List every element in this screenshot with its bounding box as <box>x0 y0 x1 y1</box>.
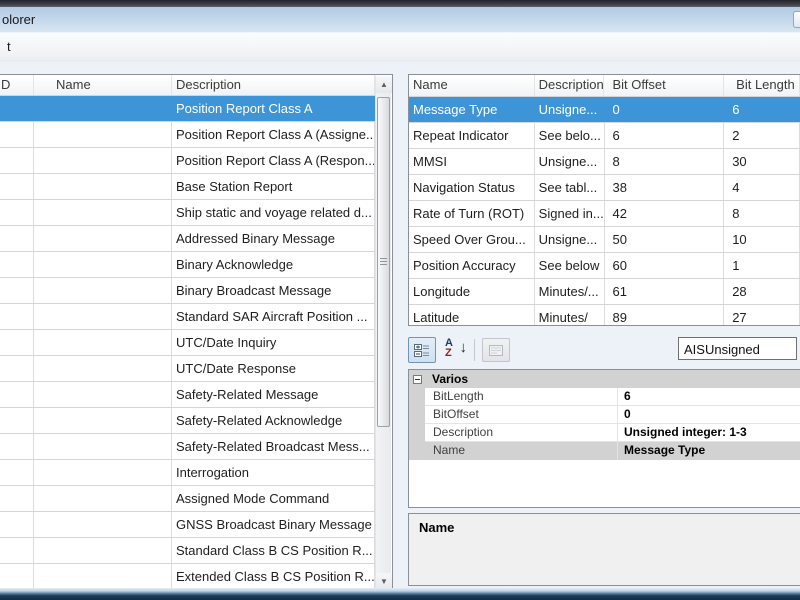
table-row[interactable]: Position Accuracy See below 60 1 <box>409 253 800 279</box>
collapse-icon[interactable] <box>413 374 422 384</box>
table-row[interactable]: Position Report Class A (Respon... <box>0 148 376 174</box>
column-header-name[interactable]: Name <box>34 75 172 95</box>
alphabetical-sort-icon: A Z ↓ <box>445 337 467 359</box>
property-grid-toolbar: A Z ↓ <box>408 337 800 365</box>
toolbar-separator <box>474 339 475 361</box>
table-row[interactable]: Safety-Related Acknowledge <box>0 408 376 434</box>
property-category-row[interactable]: Varios <box>409 370 800 388</box>
table-row[interactable]: Interrogation <box>0 460 376 486</box>
message-list-body: Position Report Class A Position Report … <box>0 96 376 590</box>
menubar: t <box>0 33 800 62</box>
window-bottom-border <box>0 588 800 600</box>
table-row[interactable]: Longitude Minutes/... 61 28 <box>409 279 800 305</box>
property-help-panel: Name <box>408 513 800 586</box>
table-row[interactable]: Repeat Indicator See belo... 6 2 <box>409 123 800 149</box>
table-row[interactable]: Position Report Class A <box>0 96 376 122</box>
table-row[interactable]: Addressed Binary Message <box>0 226 376 252</box>
vertical-scrollbar[interactable]: ▲ ▼ <box>375 76 392 590</box>
titlebar: olorer <box>0 7 800 33</box>
table-row[interactable]: Latitude Minutes/ 89 27 <box>409 305 800 325</box>
background-window-edge <box>0 0 800 7</box>
category-label: Varios <box>432 372 469 386</box>
property-pages-icon <box>489 344 503 356</box>
scrollbar-grip <box>380 258 387 267</box>
table-row[interactable]: Standard SAR Aircraft Position ... <box>0 304 376 330</box>
table-row[interactable]: Binary Acknowledge <box>0 252 376 278</box>
table-row[interactable]: MMSI Unsigne... 8 30 <box>409 149 800 175</box>
table-row[interactable]: Assigned Mode Command <box>0 486 376 512</box>
property-grid: Varios BitLength 6 BitOffset 0 Descripti… <box>408 369 800 508</box>
window-control-button[interactable] <box>793 11 800 28</box>
column-header-description[interactable]: Description <box>172 75 375 95</box>
property-row[interactable]: BitLength 6 <box>409 388 800 406</box>
table-row[interactable]: Safety-Related Message <box>0 382 376 408</box>
column-header-id[interactable]: D <box>0 75 34 95</box>
alphabetical-sort-button[interactable]: A Z ↓ <box>442 337 470 363</box>
column-header-bit-length[interactable]: Bit Length <box>724 75 800 96</box>
table-row[interactable]: Standard Class B CS Position R... <box>0 538 376 564</box>
menu-item[interactable]: t <box>7 33 11 60</box>
scroll-up-icon[interactable]: ▲ <box>376 76 392 93</box>
help-title: Name <box>419 520 455 535</box>
table-row[interactable]: Base Station Report <box>0 174 376 200</box>
property-rows: BitLength 6 BitOffset 0 Description Unsi… <box>409 388 800 460</box>
field-list: Name Description Bit Offset Bit Length M… <box>408 74 800 326</box>
table-row[interactable]: UTC/Date Response <box>0 356 376 382</box>
property-row[interactable]: BitOffset 0 <box>409 406 800 424</box>
table-row[interactable]: Safety-Related Broadcast Mess... <box>0 434 376 460</box>
table-row[interactable]: GNSS Broadcast Binary Message <box>0 512 376 538</box>
column-header-bit-offset[interactable]: Bit Offset <box>604 75 725 96</box>
table-row[interactable]: Extended Class B CS Position R... <box>0 564 376 590</box>
categorized-view-button[interactable] <box>408 337 436 363</box>
table-row[interactable]: Navigation Status See tabl... 38 4 <box>409 175 800 201</box>
column-header-description[interactable]: Description <box>535 75 605 96</box>
table-row[interactable]: Position Report Class A (Assigne... <box>0 122 376 148</box>
message-list: D Name Description Position Report Class… <box>0 74 393 592</box>
scrollbar-thumb[interactable] <box>377 97 390 427</box>
table-row[interactable]: Ship static and voyage related d... <box>0 200 376 226</box>
property-row[interactable]: Name Message Type <box>409 442 800 460</box>
property-row[interactable]: Description Unsigned integer: 1-3 <box>409 424 800 442</box>
field-list-header: Name Description Bit Offset Bit Length <box>409 75 800 97</box>
table-row[interactable]: Rate of Turn (ROT) Signed in... 42 8 <box>409 201 800 227</box>
table-row[interactable]: Binary Broadcast Message <box>0 278 376 304</box>
table-row[interactable]: Speed Over Grou... Unsigne... 50 10 <box>409 227 800 253</box>
field-type-input[interactable] <box>678 337 797 360</box>
message-list-header: D Name Description <box>0 75 376 96</box>
field-list-body: Message Type Unsigne... 0 6 Repeat Indic… <box>409 97 800 325</box>
window-title: olorer <box>2 12 36 27</box>
categorized-icon <box>414 343 429 357</box>
property-pages-button[interactable] <box>482 338 510 362</box>
column-header-name[interactable]: Name <box>409 75 535 96</box>
table-row[interactable]: UTC/Date Inquiry <box>0 330 376 356</box>
table-row[interactable]: Message Type Unsigne... 0 6 <box>409 97 800 123</box>
